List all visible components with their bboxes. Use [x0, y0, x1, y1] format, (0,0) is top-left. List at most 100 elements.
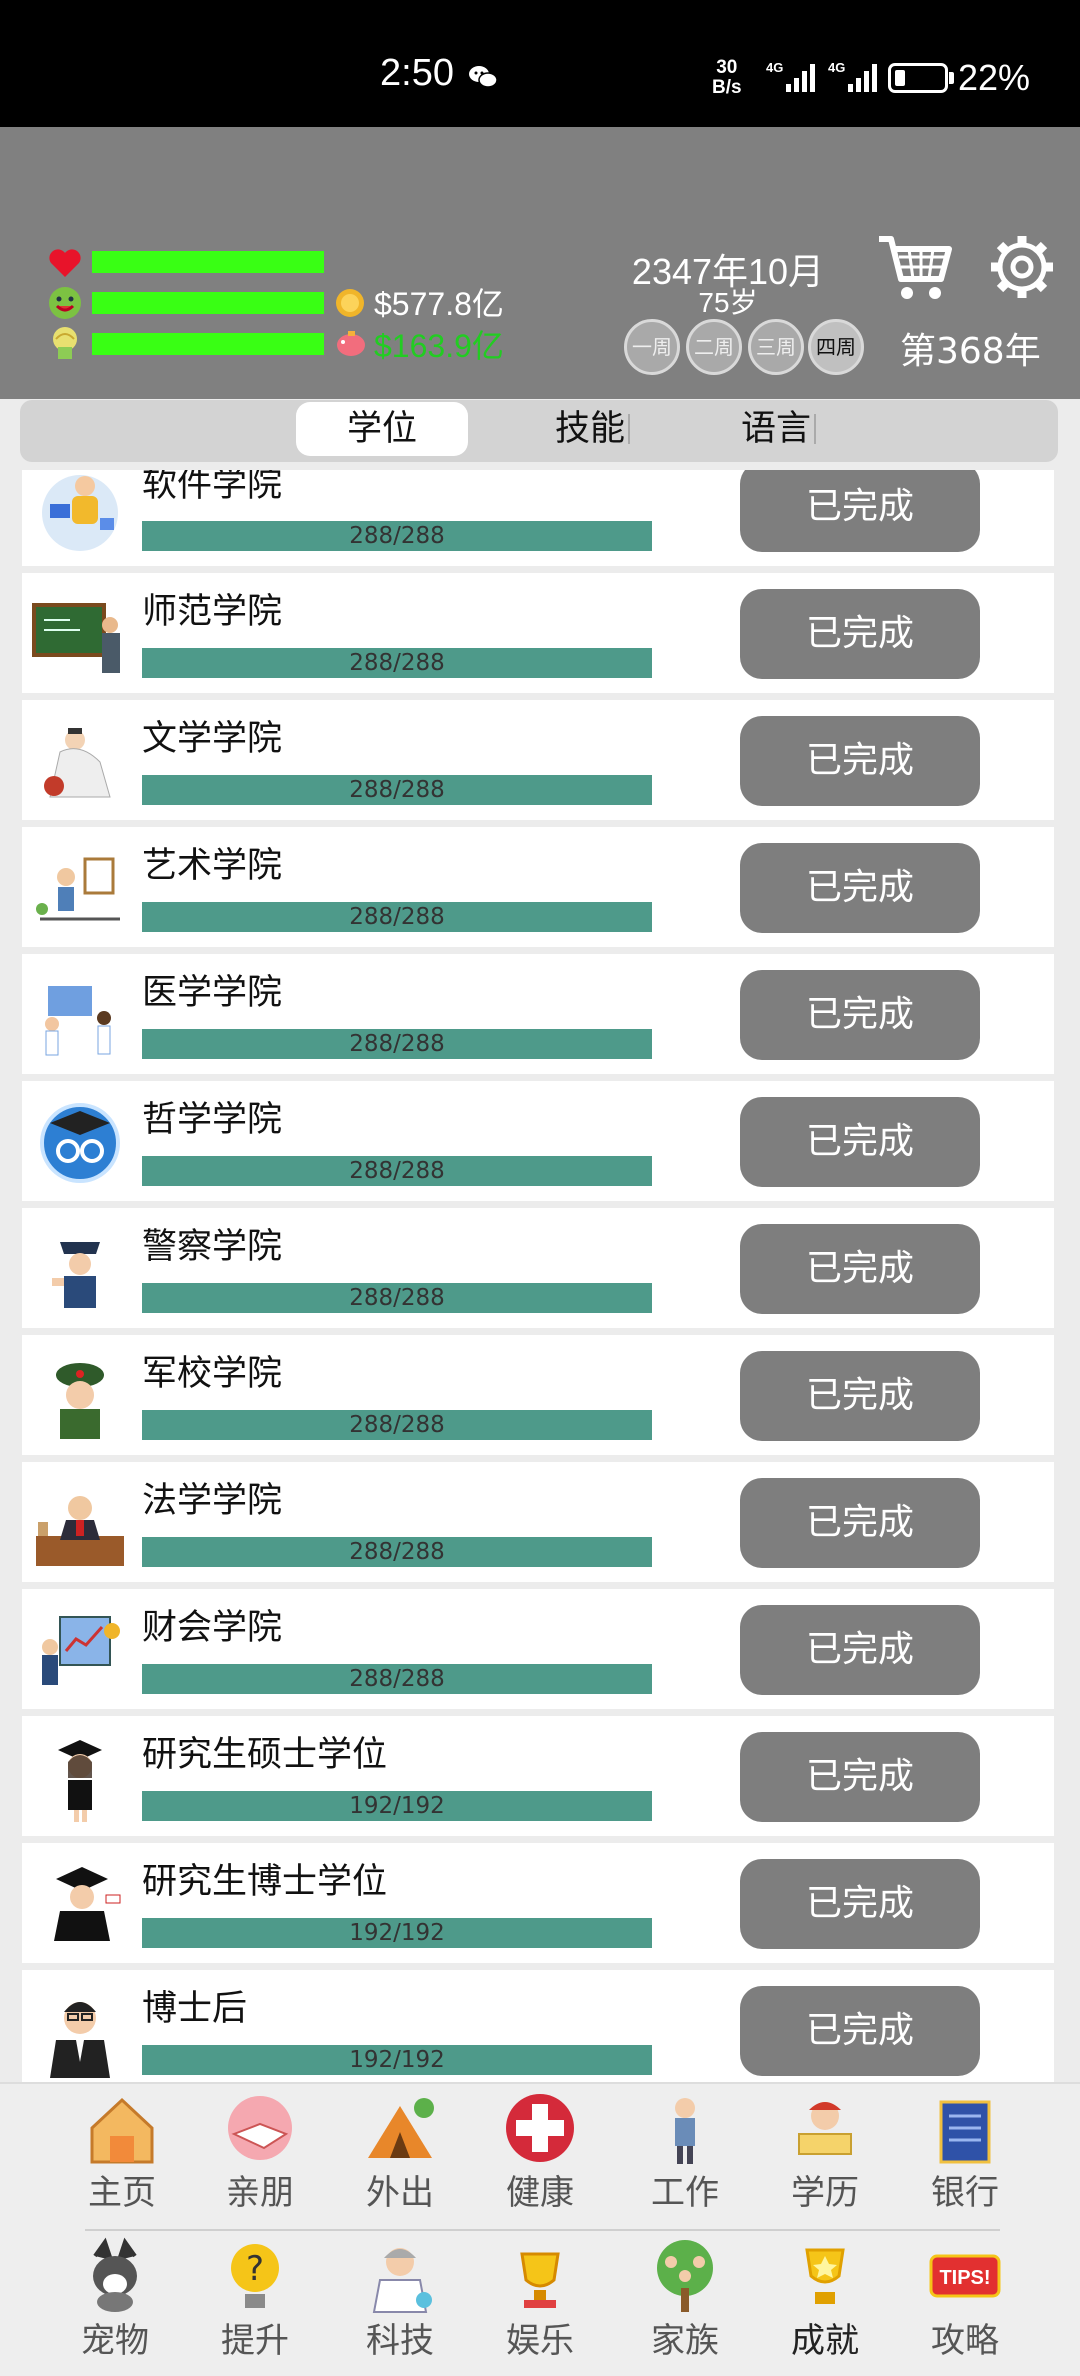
- nav-label: 科技: [366, 2321, 434, 2361]
- degree-list[interactable]: 软件学院 288/288 已完成 师范学院 288/288 已完成 文学学院 288/288 已…: [22, 470, 1054, 2082]
- degree-progress-bar: 288/288: [142, 1156, 652, 1186]
- degree-row: 财会学院 288/288 已完成: [22, 1589, 1054, 1709]
- nav-outing-tent[interactable]: 外出: [340, 2088, 450, 2218]
- speed-unit: B/s: [712, 77, 742, 98]
- degree-name: 财会学院: [142, 1608, 283, 1648]
- status-bar: 2:50 30 B/s 4G 4G 22%: [0, 0, 1080, 127]
- completed-button[interactable]: 已完成: [740, 1859, 980, 1949]
- completed-button[interactable]: 已完成: [740, 1732, 980, 1822]
- completed-button[interactable]: 已完成: [740, 470, 980, 552]
- nav-education-student[interactable]: 学历: [765, 2088, 875, 2218]
- week-3-button[interactable]: 三周: [748, 319, 804, 375]
- completed-button[interactable]: 已完成: [740, 1605, 980, 1695]
- completed-button[interactable]: 已完成: [740, 1097, 980, 1187]
- heart-icon: [49, 249, 81, 277]
- completed-button[interactable]: 已完成: [740, 589, 980, 679]
- degree-name: 研究生博士学位: [142, 1862, 388, 1902]
- degree-row: 师范学院 288/288 已完成: [22, 573, 1054, 693]
- degree-progress-bar: 288/288: [142, 1537, 652, 1567]
- completed-button[interactable]: 已完成: [740, 1478, 980, 1568]
- settings-gear-icon[interactable]: [987, 232, 1057, 302]
- nav-scientist[interactable]: 科技: [340, 2236, 450, 2366]
- degree-row: 哲学学院 288/288 已完成: [22, 1081, 1054, 1201]
- pet-husky-icon: [93, 2237, 137, 2312]
- degree-name: 医学学院: [142, 973, 283, 1013]
- degree-name: 警察学院: [142, 1227, 283, 1267]
- nav-bank-building[interactable]: 银行: [905, 2088, 1015, 2218]
- degree-progress-bar: 192/192: [142, 1791, 652, 1821]
- signal-4g-icon: 4G: [766, 60, 815, 92]
- week-1-button[interactable]: 一周: [624, 319, 680, 375]
- police-icon: [52, 1242, 100, 1308]
- degree-name: 艺术学院: [142, 846, 283, 886]
- nav-work-person[interactable]: 工作: [625, 2088, 735, 2218]
- nav-home[interactable]: 主页: [62, 2088, 172, 2218]
- degree-progress-bar: 288/288: [142, 775, 652, 805]
- completed-button[interactable]: 已完成: [740, 1986, 980, 2076]
- completed-button[interactable]: 已完成: [740, 843, 980, 933]
- nav-tips-guide[interactable]: TIPS! 攻略: [905, 2236, 1015, 2366]
- degree-row: 法学学院 288/288 已完成: [22, 1462, 1054, 1582]
- app-screen: 2:50 30 B/s 4G 4G 22% $577.8亿 $163.9亿 23…: [0, 0, 1080, 2376]
- health-cross-icon: [506, 2094, 574, 2162]
- completed-button[interactable]: 已完成: [740, 1351, 980, 1441]
- degree-name: 法学学院: [142, 1481, 283, 1521]
- game-header: $577.8亿 $163.9亿 2347年10月 75岁 一周 二周 三周 四周…: [0, 127, 1080, 399]
- accountant-icon: [42, 1616, 120, 1685]
- battery-icon: [888, 63, 948, 93]
- network-speed: 30 B/s: [712, 58, 742, 98]
- category-tabs: 学位 技能 语言: [20, 400, 1058, 462]
- degree-row: 博士后 192/192 已完成: [22, 1970, 1054, 2082]
- degree-progress-bar: 192/192: [142, 1918, 652, 1948]
- completed-button[interactable]: 已完成: [740, 1224, 980, 1314]
- degree-row: 研究生博士学位 192/192 已完成: [22, 1843, 1054, 1963]
- degree-row: 研究生硕士学位 192/192 已完成: [22, 1716, 1054, 1836]
- nav-divider: [85, 2229, 1000, 2231]
- nav-health-cross[interactable]: 健康: [480, 2088, 590, 2218]
- nav-achievement-trophy[interactable]: 成就: [765, 2236, 875, 2366]
- nav-family-tree[interactable]: 家族: [625, 2236, 735, 2366]
- nav-label: 银行: [931, 2173, 999, 2213]
- degree-progress-bar: 288/288: [142, 1664, 652, 1694]
- completed-button[interactable]: 已完成: [740, 716, 980, 806]
- nav-upgrade-bulb[interactable]: ? 提升: [195, 2236, 305, 2366]
- nav-label: 学历: [791, 2173, 859, 2213]
- health-bar: [92, 251, 324, 273]
- degree-name: 师范学院: [142, 592, 283, 632]
- tab-divider: [628, 414, 630, 444]
- bottom-navigation: 主页 亲朋 外出 健康 工作 学历 银行 宠物 ? 提升 科技 娱乐 家族 成就 TIPS! 攻略: [0, 2082, 1080, 2376]
- degree-row: 医学学院 288/288 已完成: [22, 954, 1054, 1074]
- week-4-button[interactable]: 四周: [808, 319, 864, 375]
- teacher-blackboard-icon: [32, 603, 120, 673]
- money-amount: $577.8亿: [374, 286, 504, 322]
- speed-value: 30: [716, 57, 738, 78]
- nav-friends-handshake[interactable]: 亲朋: [200, 2088, 310, 2218]
- battery-percent: 22%: [958, 57, 1031, 98]
- nav-label: 外出: [366, 2173, 434, 2213]
- shopping-cart-icon[interactable]: [875, 227, 953, 309]
- graduate-boy-icon: [54, 1867, 121, 1941]
- svg-text:?: ?: [246, 2249, 264, 2289]
- week-2-button[interactable]: 二周: [686, 319, 742, 375]
- nav-label: 娱乐: [506, 2321, 574, 2361]
- degree-row: 软件学院 288/288 已完成: [22, 470, 1054, 566]
- nav-pet-husky[interactable]: 宠物: [55, 2236, 165, 2366]
- degree-progress-bar: 192/192: [142, 2045, 652, 2075]
- svg-text:4G: 4G: [766, 60, 783, 75]
- family-tree-icon: [657, 2240, 713, 2312]
- happy-face-icon: [49, 287, 81, 319]
- nav-label: 主页: [88, 2173, 156, 2213]
- svg-text:TIPS!: TIPS!: [939, 2267, 990, 2289]
- nav-entertainment-trophy[interactable]: 娱乐: [480, 2236, 590, 2366]
- tab-languages[interactable]: 语言: [696, 402, 856, 456]
- battery-tip: [949, 72, 954, 84]
- degree-progress-bar: 288/288: [142, 1410, 652, 1440]
- degree-progress-bar: 288/288: [142, 521, 652, 551]
- software-student-icon: [42, 475, 118, 551]
- tab-degree[interactable]: 学位: [296, 402, 468, 456]
- piggy-bank-icon: [337, 331, 365, 356]
- completed-button[interactable]: 已完成: [740, 970, 980, 1060]
- tab-skills[interactable]: 技能: [510, 402, 670, 456]
- svg-text:4G: 4G: [828, 60, 845, 75]
- friends-handshake-icon: [228, 2096, 292, 2160]
